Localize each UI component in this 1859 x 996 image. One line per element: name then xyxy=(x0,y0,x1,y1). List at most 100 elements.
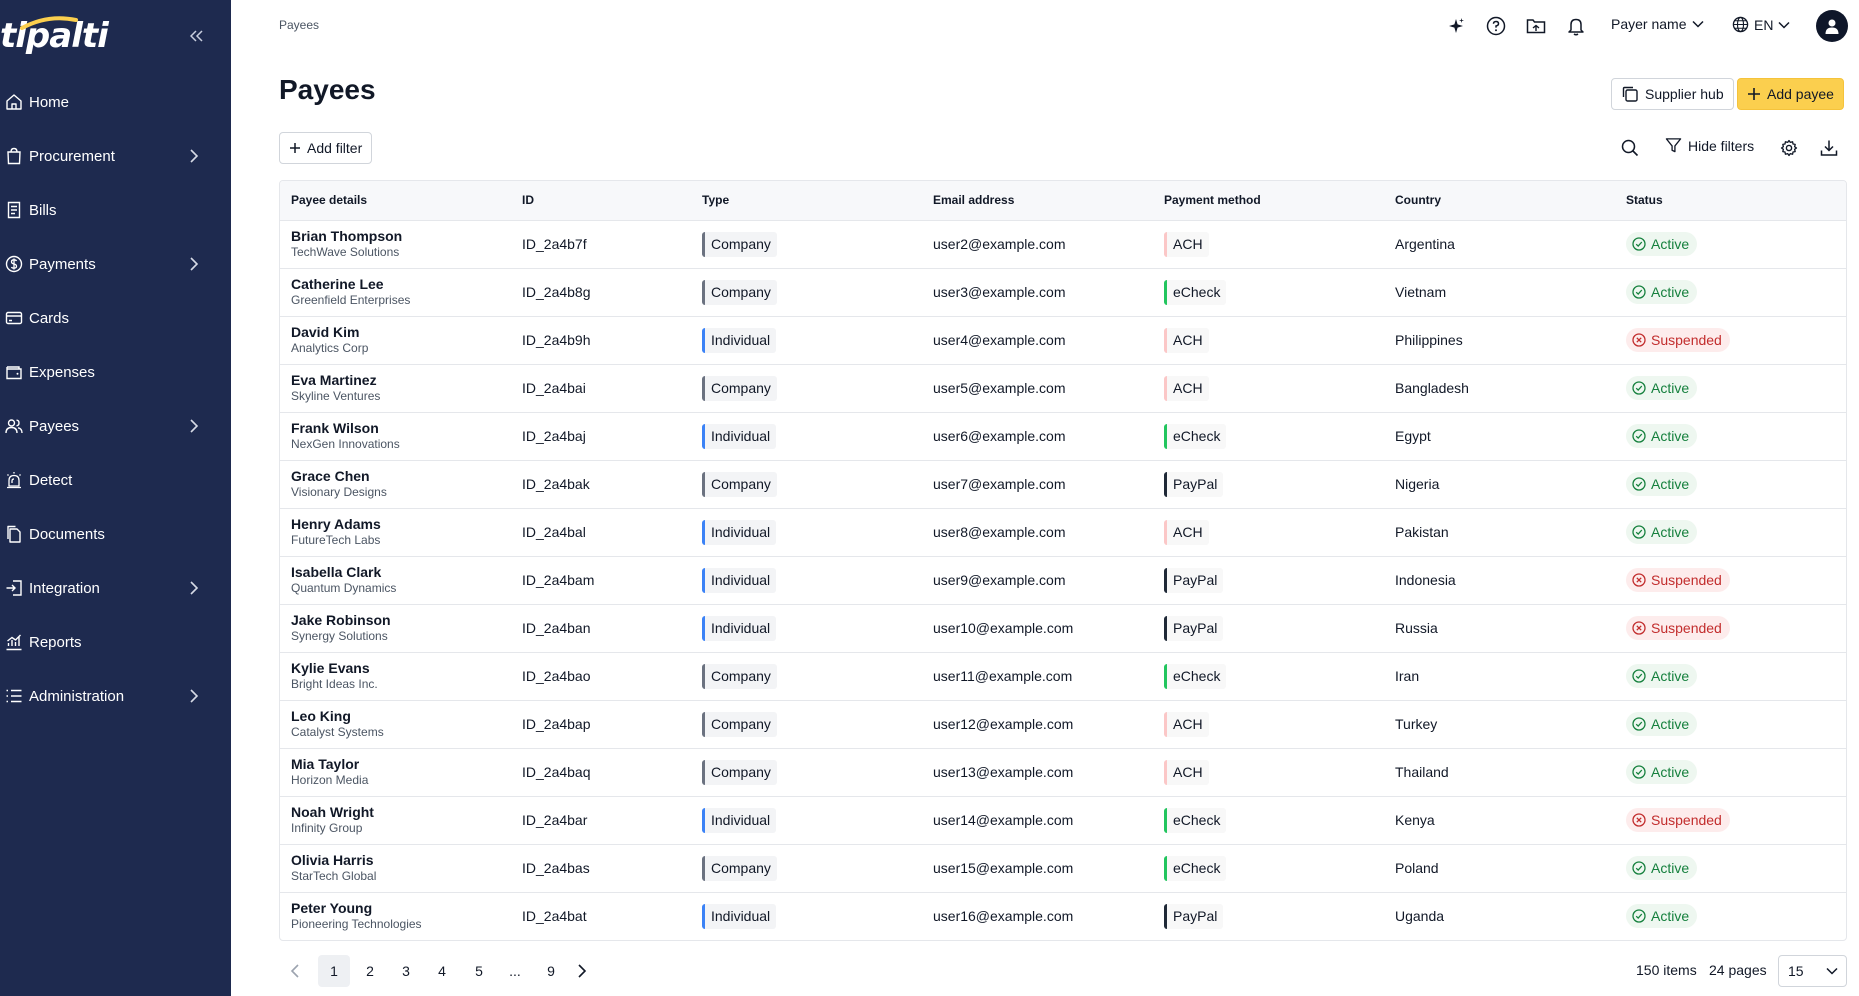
chevron-down-icon xyxy=(1778,21,1790,29)
sidebar-item-reports[interactable]: Reports xyxy=(0,615,231,669)
sidebar-item-detect[interactable]: Detect xyxy=(0,453,231,507)
status-badge: Active xyxy=(1626,712,1698,736)
sidebar-item-cards[interactable]: Cards xyxy=(0,291,231,345)
table-row[interactable]: David Kim Analytics Corp ID_2a4b9h Individu… xyxy=(280,316,1846,364)
table-row[interactable]: Kylie Evans Bright Ideas Inc. ID_2a4bao Com… xyxy=(280,652,1846,700)
table-row[interactable]: Brian Thompson TechWave Solutions ID_2a4b7… xyxy=(280,220,1846,268)
status-badge: Suspended xyxy=(1626,328,1730,352)
payee-name[interactable]: Kylie Evans xyxy=(291,660,511,677)
sidebar-item-expenses[interactable]: Expenses xyxy=(0,345,231,399)
add-payee-button[interactable]: Add payee xyxy=(1737,78,1844,110)
payee-email: user14@example.com xyxy=(933,812,1074,828)
payee-name[interactable]: Olivia Harris xyxy=(291,852,511,869)
type-tag: Individual xyxy=(702,519,777,545)
page-button-4[interactable]: 4 xyxy=(426,955,458,987)
table-row[interactable]: Frank Wilson NexGen Innovations ID_2a4baj I… xyxy=(280,412,1846,460)
table-row[interactable]: Isabella Clark Quantum Dynamics ID_2a4bam I… xyxy=(280,556,1846,604)
add-filter-button[interactable]: Add filter xyxy=(279,132,373,164)
payee-name[interactable]: David Kim xyxy=(291,324,511,341)
column-header-payment-method[interactable]: Payment method xyxy=(1153,181,1384,221)
page-button-5[interactable]: 5 xyxy=(463,955,495,987)
table-row[interactable]: Jake Robinson Synergy Solutions ID_2a4ban I… xyxy=(280,604,1846,652)
status-cell: Active xyxy=(1615,748,1846,796)
payee-country: Vietnam xyxy=(1395,284,1447,300)
sidebar-item-payees[interactable]: Payees xyxy=(0,399,231,453)
tipalti-logo[interactable]: tipalti xyxy=(0,14,109,58)
sidebar-item-bills[interactable]: Bills xyxy=(0,183,231,237)
page-button-2[interactable]: 2 xyxy=(354,955,386,987)
type-tag: Company xyxy=(702,855,777,881)
chevron-right-icon xyxy=(190,149,199,163)
table-row[interactable]: Eva Martinez Skyline Ventures ID_2a4bai Com… xyxy=(280,364,1846,412)
help-button[interactable] xyxy=(1485,15,1507,37)
payee-name[interactable]: Mia Taylor xyxy=(291,756,511,773)
payee-name[interactable]: Peter Young xyxy=(291,900,511,917)
column-header-type[interactable]: Type xyxy=(691,181,922,221)
hide-filters-label: Hide filters xyxy=(1688,137,1755,154)
table-row[interactable]: Catherine Lee Greenfield Enterprises ID_2a… xyxy=(280,268,1846,316)
plus-icon xyxy=(290,143,300,153)
sidebar-item-administration[interactable]: Administration xyxy=(0,669,231,723)
sidebar-item-documents[interactable]: Documents xyxy=(0,507,231,561)
breadcrumb[interactable]: Payees xyxy=(279,18,319,32)
payee-name[interactable]: Brian Thompson xyxy=(291,228,511,245)
user-avatar[interactable] xyxy=(1816,10,1848,42)
table-row[interactable]: Peter Young Pioneering Technologies ID_2a4… xyxy=(280,892,1846,940)
supplier-hub-button[interactable]: Supplier hub xyxy=(1611,78,1734,110)
payee-name[interactable]: Jake Robinson xyxy=(291,612,511,629)
payee-name[interactable]: Leo King xyxy=(291,708,511,725)
table-row[interactable]: Henry Adams FutureTech Labs ID_2a4bal Indiv… xyxy=(280,508,1846,556)
table-row[interactable]: Mia Taylor Horizon Media ID_2a4baq Company u… xyxy=(280,748,1846,796)
page-size-select[interactable]: 15 xyxy=(1778,955,1847,987)
prev-page-button[interactable] xyxy=(279,955,311,987)
status-badge: Active xyxy=(1626,856,1698,880)
table-row[interactable]: Noah Wright Infinity Group ID_2a4bar Indivi… xyxy=(280,796,1846,844)
payee-name[interactable]: Isabella Clark xyxy=(291,564,511,581)
download-button[interactable] xyxy=(1818,137,1840,159)
ai-sparkle-button[interactable] xyxy=(1445,15,1467,37)
x-circle-icon xyxy=(1632,333,1646,347)
type-tag: Individual xyxy=(702,327,777,353)
table-row[interactable]: Olivia Harris StarTech Global ID_2a4bas Com… xyxy=(280,844,1846,892)
column-header-email[interactable]: Email address xyxy=(922,181,1153,221)
payee-name[interactable]: Eva Martinez xyxy=(291,372,511,389)
column-header-payee-details[interactable]: Payee details xyxy=(280,181,511,221)
payee-name[interactable]: Henry Adams xyxy=(291,516,511,533)
payee-id: ID_2a4bap xyxy=(522,716,591,732)
table-row[interactable]: Grace Chen Visionary Designs ID_2a4bak Comp… xyxy=(280,460,1846,508)
language-selector[interactable]: EN xyxy=(1732,16,1790,33)
status-label: Active xyxy=(1651,236,1690,252)
collapse-sidebar-button[interactable] xyxy=(188,26,206,46)
payee-country: Argentina xyxy=(1395,236,1455,252)
column-header-id[interactable]: ID xyxy=(511,181,691,221)
payee-details-cell: Grace Chen Visionary Designs xyxy=(280,460,511,508)
payer-selector[interactable]: Payer name xyxy=(1611,16,1705,32)
next-page-button[interactable] xyxy=(566,955,598,987)
column-header-country[interactable]: Country xyxy=(1384,181,1615,221)
payee-name[interactable]: Catherine Lee xyxy=(291,276,511,293)
search-button[interactable] xyxy=(1619,137,1641,159)
table-settings-button[interactable] xyxy=(1778,137,1800,159)
sidebar-item-home[interactable]: Home xyxy=(0,75,231,129)
alarm-icon xyxy=(5,471,23,489)
payee-details-cell: Isabella Clark Quantum Dynamics xyxy=(280,556,511,604)
payee-name[interactable]: Frank Wilson xyxy=(291,420,511,437)
table-row[interactable]: Leo King Catalyst Systems ID_2a4bap Company… xyxy=(280,700,1846,748)
sidebar-item-procurement[interactable]: Procurement xyxy=(0,129,231,183)
payee-company: FutureTech Labs xyxy=(291,533,381,547)
payee-details-cell: Peter Young Pioneering Technologies xyxy=(280,892,511,940)
page-size-value: 15 xyxy=(1788,963,1804,979)
sidebar-item-payments[interactable]: Payments xyxy=(0,237,231,291)
status-badge: Active xyxy=(1626,280,1698,304)
page-button-1[interactable]: 1 xyxy=(318,955,350,987)
type-tag: Individual xyxy=(702,903,777,929)
hide-filters-button[interactable]: Hide filters xyxy=(1665,137,1754,154)
payee-name[interactable]: Noah Wright xyxy=(291,804,511,821)
payee-name[interactable]: Grace Chen xyxy=(291,468,511,485)
page-button-3[interactable]: 3 xyxy=(390,955,422,987)
sidebar-item-integration[interactable]: Integration xyxy=(0,561,231,615)
notifications-button[interactable] xyxy=(1565,15,1587,37)
page-button-9[interactable]: 9 xyxy=(535,955,567,987)
folder-sync-button[interactable] xyxy=(1525,15,1547,37)
column-header-status[interactable]: Status xyxy=(1615,181,1846,221)
